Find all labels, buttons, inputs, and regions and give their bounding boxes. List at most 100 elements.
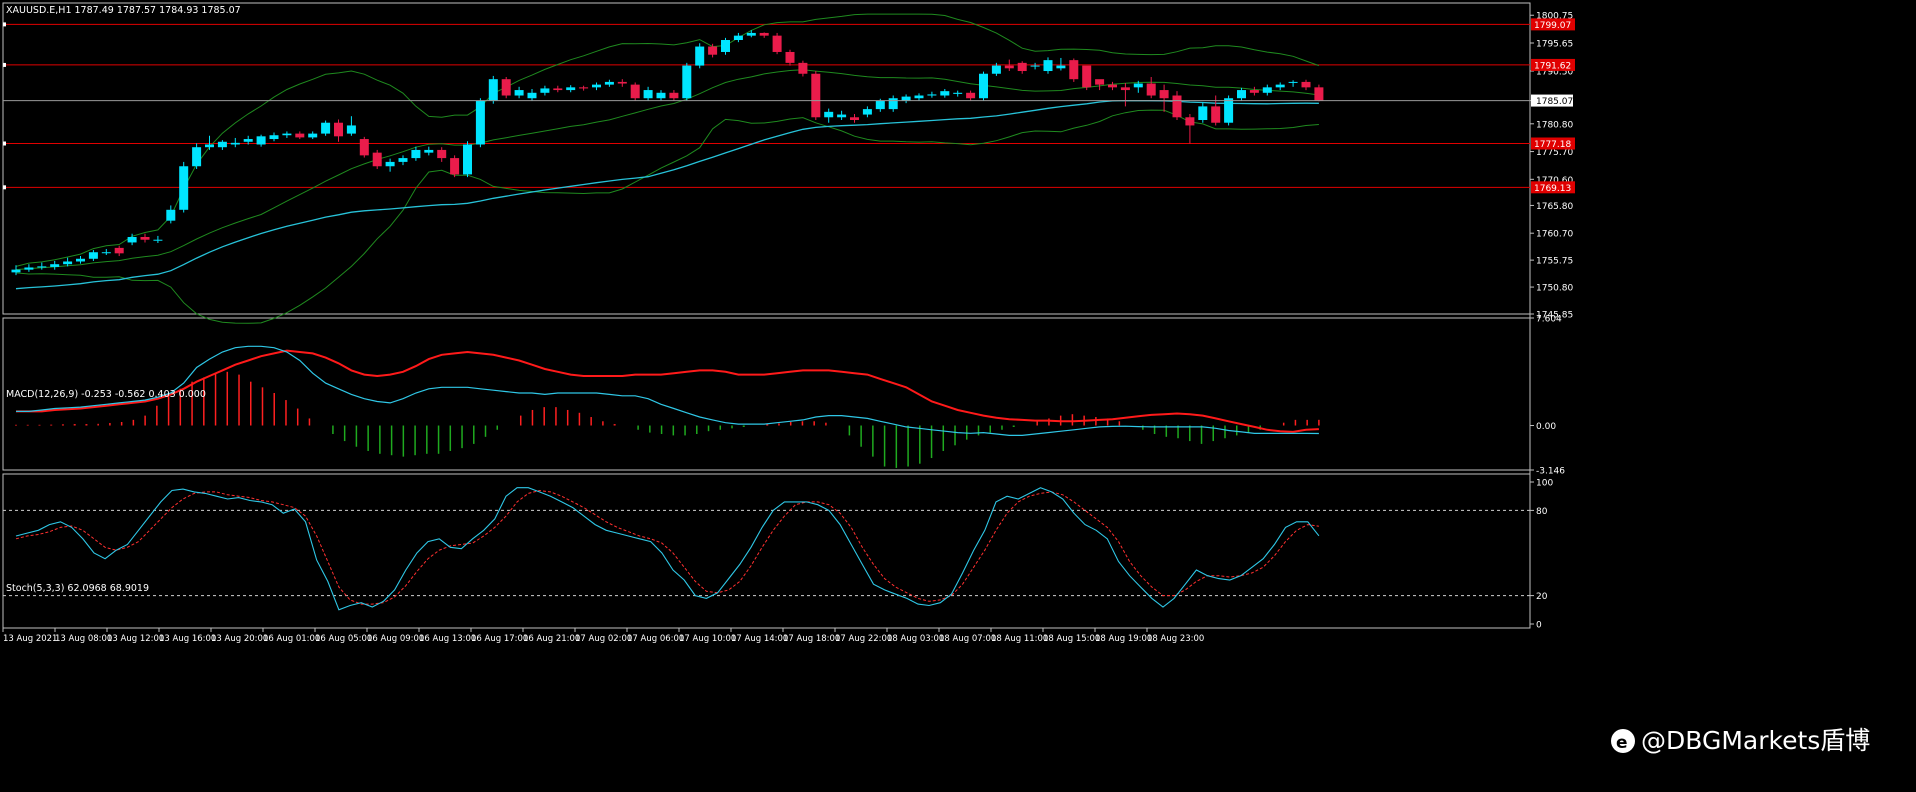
candle-body xyxy=(475,100,485,145)
candle-body xyxy=(217,141,227,148)
candle-body xyxy=(553,88,563,91)
candle-body xyxy=(140,236,150,240)
time-tick-label-9: 16 Aug 17:00 xyxy=(471,634,528,644)
candle-body xyxy=(11,269,21,273)
time-tick-label-8: 16 Aug 13:00 xyxy=(419,634,476,644)
horizontal-level-lines[interactable] xyxy=(3,22,1530,190)
watermark-text: @DBGMarkets盾博 xyxy=(1641,726,1870,755)
time-tick-label-7: 16 Aug 09:00 xyxy=(367,634,424,644)
candle-body xyxy=(179,166,189,210)
candle-body xyxy=(411,149,421,159)
level-anchor-0 xyxy=(3,22,6,27)
time-tick-label-4: 13 Aug 20:00 xyxy=(211,634,268,644)
time-tick-label-13: 17 Aug 10:00 xyxy=(679,634,736,644)
bollinger-middle-line xyxy=(15,69,1319,271)
candle-body xyxy=(359,139,369,156)
candle-body xyxy=(682,65,692,99)
time-tick-label-15: 17 Aug 18:00 xyxy=(783,634,840,644)
candle-body xyxy=(450,158,460,175)
candle-body xyxy=(914,95,924,99)
candle-body xyxy=(862,109,872,115)
price-tick-label-3: 1785.07 xyxy=(1536,97,1573,107)
candle-body xyxy=(656,92,666,99)
candle-body xyxy=(798,62,808,74)
candle-body xyxy=(1159,90,1169,99)
time-tick-label-22: 18 Aug 23:00 xyxy=(1147,634,1204,644)
level-tag-text-3: 1769.13 xyxy=(1534,184,1571,194)
price-tick-label-4: 1780.80 xyxy=(1536,120,1573,130)
time-tick-label-0: 13 Aug 2021 xyxy=(3,634,57,644)
candle-body xyxy=(334,122,343,137)
candle-body xyxy=(1314,87,1324,101)
candle-body xyxy=(463,144,472,175)
candle-body xyxy=(1108,84,1117,88)
candle-body xyxy=(514,90,524,96)
macd-pane-frame xyxy=(2,317,1531,471)
candle-body xyxy=(88,252,98,259)
candle-body xyxy=(759,32,769,36)
candle-body xyxy=(850,117,859,120)
price-tick-label-1: 1795.65 xyxy=(1536,39,1573,49)
price-tick-label-7: 1765.80 xyxy=(1536,202,1573,212)
candle-body xyxy=(1056,65,1066,69)
candle-body xyxy=(127,236,137,243)
time-axis: 13 Aug 202113 Aug 08:0013 Aug 12:0013 Au… xyxy=(2,628,1204,644)
time-tick-label-3: 13 Aug 16:00 xyxy=(159,634,216,644)
price-tick-label-9: 1755.75 xyxy=(1536,257,1573,267)
candle-body xyxy=(153,239,163,241)
candle-body xyxy=(295,133,305,138)
candle-body xyxy=(166,209,176,221)
candle-body xyxy=(527,92,537,99)
candle-body xyxy=(101,252,111,254)
level-anchor-1 xyxy=(3,62,6,67)
candle-body xyxy=(50,264,60,267)
stochastic-axis: 100 80 20 0 xyxy=(1530,479,1553,631)
candle-body xyxy=(966,92,976,99)
candle-body xyxy=(243,139,253,142)
main-pane-frame xyxy=(2,2,1531,315)
candle-body xyxy=(488,79,498,101)
stoch-info-label: Stoch(5,3,3) 62.0968 68.9019 xyxy=(6,583,149,594)
candle-body xyxy=(1224,98,1234,123)
level-tag-text-0: 1799.07 xyxy=(1534,21,1571,31)
candle-body xyxy=(1237,90,1246,99)
time-tick-label-11: 17 Aug 02:00 xyxy=(575,634,632,644)
stochastic-pane-frame xyxy=(2,473,1531,629)
candle-body xyxy=(604,81,614,85)
candle-body xyxy=(991,65,1001,74)
candle-body xyxy=(979,73,988,99)
candle-body xyxy=(566,87,576,91)
macd-main-line xyxy=(16,345,1319,436)
candle-body xyxy=(617,81,627,84)
candle-body xyxy=(1004,65,1014,69)
candle-body xyxy=(811,73,821,118)
macd-tick-label-0: 7.604 xyxy=(1536,315,1562,325)
candle-body xyxy=(695,46,705,66)
stoch-tick-label-3: 0 xyxy=(1536,621,1542,631)
candle-body xyxy=(1275,84,1285,88)
candle-body xyxy=(579,87,589,89)
candle-body xyxy=(230,142,240,145)
price-tick-label-8: 1760.70 xyxy=(1536,230,1573,240)
candle-body xyxy=(824,111,834,118)
candle-body xyxy=(643,90,653,99)
candle-body xyxy=(321,122,331,134)
chart-window: 1800.75 1795.65 1790.50 1785.07 1780.80 1775.… xyxy=(0,0,1916,788)
candle-body xyxy=(63,261,73,265)
stochastic-lines xyxy=(3,487,1530,611)
candle-body xyxy=(269,135,279,140)
stoch-tick-label-2: 20 xyxy=(1536,592,1548,602)
candle-body xyxy=(501,79,511,96)
candle-body xyxy=(772,35,782,52)
level-tag-text-1: 1791.62 xyxy=(1534,61,1571,71)
watermark: e @DBGMarkets盾博 xyxy=(1611,726,1870,755)
candle-body xyxy=(721,40,730,52)
weibo-logo-glyph: e xyxy=(1616,733,1628,753)
time-tick-label-19: 18 Aug 11:00 xyxy=(991,634,1048,644)
candle-body xyxy=(398,158,408,162)
candle-body xyxy=(1146,83,1156,96)
candle-body xyxy=(785,51,795,63)
candle-body xyxy=(1043,60,1053,72)
time-tick-label-2: 13 Aug 12:00 xyxy=(107,634,164,644)
candle-body xyxy=(1262,87,1272,93)
